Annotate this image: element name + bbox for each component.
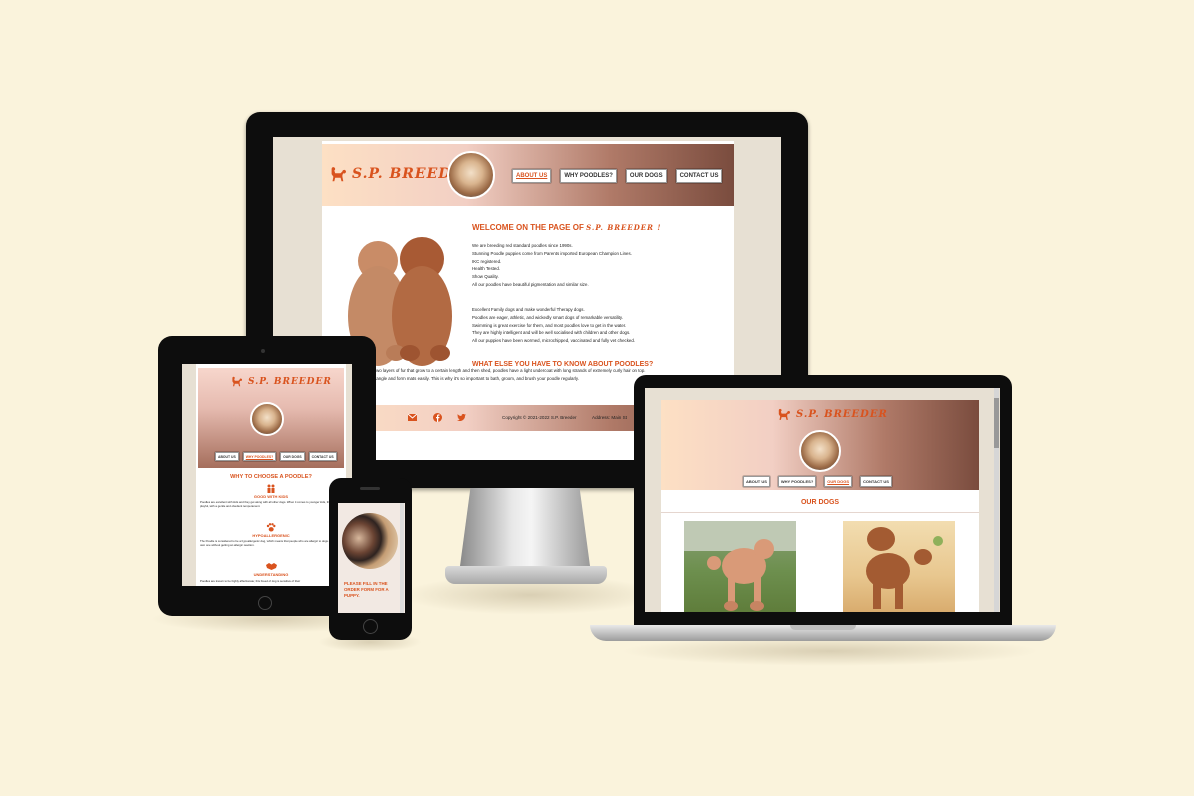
nav-about-us[interactable]: ABOUT US	[512, 169, 552, 183]
nav-our-dogs[interactable]: OUR DOGS	[625, 169, 667, 183]
site-header: S.P. BREEDER ABOUT US WHY POODLES? OUR D…	[322, 144, 734, 206]
order-form-cta[interactable]: PLEASE FILL IN THE ORDER FORM FOR A PUPP…	[344, 581, 396, 600]
laptop-scrollbar[interactable]	[994, 388, 999, 612]
phone-scrollbar[interactable]	[400, 503, 404, 613]
owner-with-poodle-photo	[342, 513, 398, 569]
feature-title: UNDERSTANDING	[253, 572, 289, 577]
twitter-icon[interactable]	[457, 414, 466, 421]
avatar-poodle	[799, 430, 841, 472]
nav-our-dogs[interactable]: OUR DOGS	[280, 452, 305, 461]
paw-icon	[266, 523, 276, 532]
laptop-page: S.P. BREEDER ABOUT US WHY POODLES? OUR D…	[661, 400, 979, 612]
tablet-home-button[interactable]	[258, 596, 272, 610]
feature-title: HYPOALLERGENIC	[252, 533, 290, 538]
dog-photo-groomed[interactable]	[843, 521, 955, 612]
envelope-icon[interactable]	[408, 414, 417, 421]
family-icon	[266, 484, 276, 493]
nav-contact-us[interactable]: CONTACT US	[860, 476, 892, 487]
tablet-page: S.P. BREEDER ABOUT US WHY POODLES? OUR D…	[196, 364, 346, 586]
footer-address: Address: Main St	[592, 415, 627, 420]
intro-line: Stunning Poodle puppies come from Parent…	[472, 250, 632, 256]
poodle-logo-icon[interactable]	[776, 408, 790, 422]
nav-contact-us[interactable]: CONTACT US	[308, 452, 337, 461]
feature-text: Poodles are known to be highly affection…	[200, 579, 301, 583]
intro-line: Health Tested.	[472, 266, 500, 272]
laptop-screen: S.P. BREEDER ABOUT US WHY POODLES? OUR D…	[645, 388, 1000, 612]
main-nav: ABOUT US WHY POODLES? OUR DOGS CONTACT U…	[512, 169, 723, 183]
family-line: Excellent Family dogs and make wonderful…	[472, 307, 585, 312]
nav-why-poodles[interactable]: WHY POODLES?	[560, 169, 617, 183]
poodle-logo-icon[interactable]	[230, 376, 242, 388]
tablet-heading: WHY TO CHOOSE A POODLE?	[230, 474, 312, 480]
our-dogs-title: OUR DOGS	[800, 499, 840, 506]
brand-name[interactable]: S.P. BREEDER	[796, 409, 888, 420]
intro-paragraph: We are breeding red standard poodles sin…	[472, 242, 632, 289]
phone-screen: PLEASE FILL IN THE ORDER FORM FOR A PUPP…	[338, 503, 405, 613]
nav-our-dogs[interactable]: OUR DOGS	[824, 476, 853, 487]
handshake-icon	[266, 563, 277, 570]
intro-line: All our poodles have beautiful pigmentat…	[472, 281, 589, 287]
feature-text: Poodles are excellent with kids and they…	[200, 500, 337, 508]
brand-name[interactable]: S.P. BREEDER	[248, 377, 332, 387]
intro-line: We are breeding red standard poodles sin…	[472, 243, 573, 248]
tablet-header: S.P. BREEDER ABOUT US WHY POODLES? OUR D…	[198, 368, 344, 468]
laptop-scrollbar-thumb[interactable]	[994, 398, 999, 448]
avatar-poodle	[250, 402, 284, 436]
phone-home-button[interactable]	[363, 619, 378, 634]
phone-speaker	[360, 487, 380, 490]
avatar-poodle	[447, 151, 495, 199]
family-paragraph: Excellent Family dogs and make wonderful…	[472, 306, 635, 345]
monitor-stand-neck	[460, 488, 590, 566]
fur-line: ve two layers of fur that grow to a cert…	[369, 368, 646, 373]
laptop-nav: ABOUT US WHY POODLES? OUR DOGS CONTACT U…	[743, 476, 892, 487]
footer-copyright: Copyright © 2021-2022 S.P. Breeder	[502, 415, 577, 420]
tablet-nav: ABOUT US WHY POODLES? OUR DOGS CONTACT U…	[215, 452, 337, 461]
family-line: They are highly intelligent and will be …	[472, 330, 631, 336]
monitor-stand-base	[445, 566, 607, 584]
dog-photo-garden[interactable]	[684, 521, 796, 612]
intro-line: IKC registered.	[472, 258, 502, 264]
nav-why-poodles[interactable]: WHY POODLES?	[242, 452, 277, 461]
family-line: Swimming is great exercise for them, and…	[472, 322, 627, 328]
nav-about-us[interactable]: ABOUT US	[215, 452, 239, 461]
facebook-icon[interactable]	[433, 413, 442, 422]
welcome-prefix: WELCOME ON THE PAGE OF	[472, 223, 584, 232]
family-line: Poodles are eager, athletic, and wickedl…	[472, 314, 623, 320]
welcome-heading: WELCOME ON THE PAGE OF S.P. BREEDER !	[472, 223, 661, 232]
tablet-screen: S.P. BREEDER ABOUT US WHY POODLES? OUR D…	[182, 364, 352, 586]
nav-why-poodles[interactable]: WHY POODLES?	[777, 476, 817, 487]
feature-title: GOOD WITH KIDS	[253, 494, 289, 499]
laptop-notch	[790, 625, 856, 630]
feature-text: The Poodle is considered to be a hypoall…	[200, 539, 339, 547]
phone-page: PLEASE FILL IN THE ORDER FORM FOR A PUPP…	[338, 503, 405, 613]
section-divider	[661, 512, 979, 513]
poodle-logo-icon[interactable]	[328, 166, 346, 184]
tablet-camera	[261, 349, 265, 353]
nav-contact-us[interactable]: CONTACT US	[675, 169, 723, 183]
family-line: All our puppies have been wormed, microc…	[472, 338, 636, 344]
welcome-brand: S.P. BREEDER !	[586, 223, 662, 232]
intro-line: Show Quality.	[472, 274, 499, 280]
nav-about-us[interactable]: ABOUT US	[743, 476, 770, 487]
laptop-header: S.P. BREEDER ABOUT US WHY POODLES? OUR D…	[661, 400, 979, 490]
